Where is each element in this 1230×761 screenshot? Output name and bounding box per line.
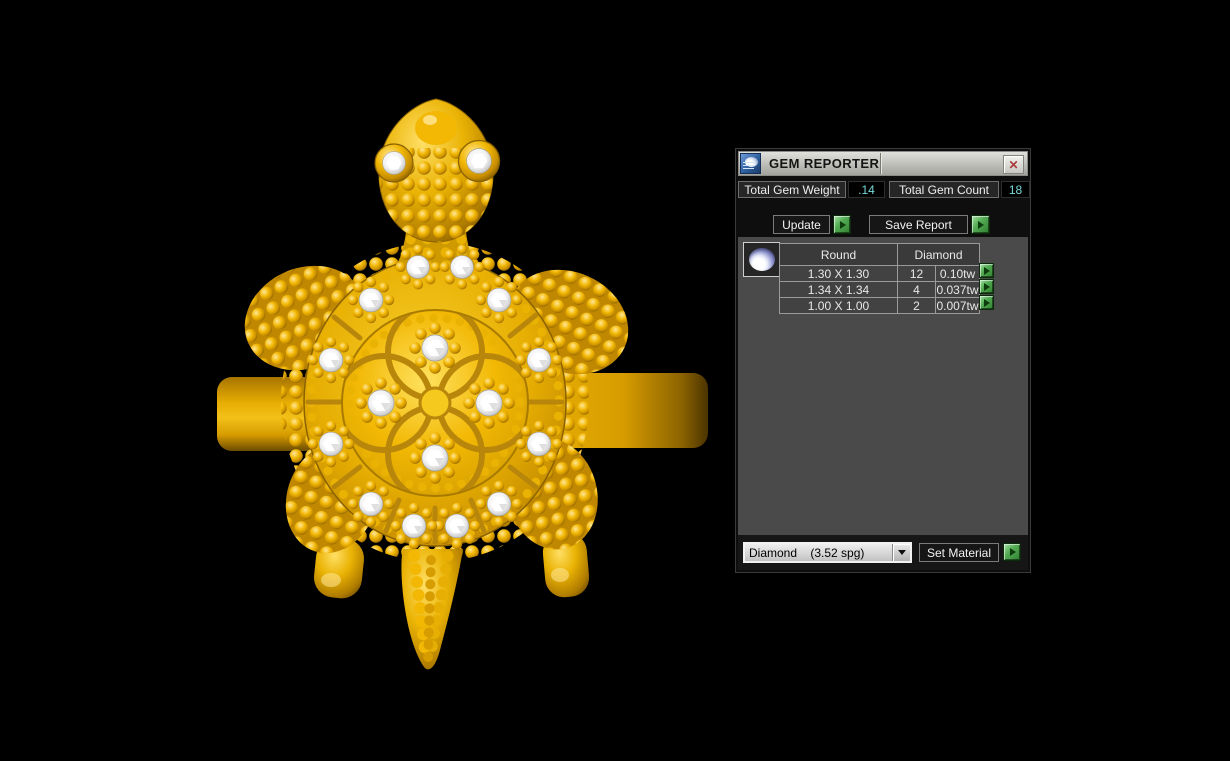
- total-gem-weight-value: .14: [848, 181, 885, 198]
- turtle-tail: [401, 549, 463, 669]
- gem-size: 1.00 X 1.00: [780, 298, 898, 314]
- total-gem-weight-label: Total Gem Weight: [738, 181, 846, 198]
- gem-count: 12: [898, 266, 936, 282]
- close-icon[interactable]: ✕: [1003, 155, 1024, 174]
- set-material-button[interactable]: Set Material: [919, 543, 999, 562]
- titlebar-divider: [880, 153, 882, 174]
- turtle-eye-right-gem: [458, 140, 499, 181]
- gem-weight: 0.037tw: [936, 282, 980, 298]
- neck-gem-right: [439, 244, 484, 289]
- dropdown-arrow-icon[interactable]: [892, 544, 910, 561]
- shell-center-dome: [420, 388, 450, 418]
- gem-count: 2: [898, 298, 936, 314]
- save-report-button[interactable]: Save Report: [869, 215, 968, 234]
- viewport-3d-render: [0, 0, 1230, 761]
- row-select-icon[interactable]: [979, 295, 994, 310]
- gem-weight: 0.10tw: [936, 266, 980, 282]
- gem-table: Round Diamond 1.30 X 1.30 12 0.10tw 1.34…: [779, 243, 980, 314]
- gem-size: 1.30 X 1.30: [780, 266, 898, 282]
- update-run-icon[interactable]: [833, 215, 851, 234]
- dialog-titlebar[interactable]: GEM REPORTER ✕: [738, 151, 1028, 176]
- row-select-icon[interactable]: [979, 263, 994, 278]
- total-gem-count-value: 18: [1001, 181, 1030, 198]
- gem-list-panel: Round Diamond 1.30 X 1.30 12 0.10tw 1.34…: [738, 237, 1028, 537]
- turtle-eye-left-gem: [375, 144, 413, 182]
- material-dropdown[interactable]: Diamond (3.52 spg): [743, 542, 912, 563]
- gem-reporter-icon: [740, 153, 761, 174]
- column-shape: Round: [780, 244, 898, 266]
- turtle-shell: [304, 258, 566, 549]
- neck-gem-left: [395, 244, 440, 289]
- table-row[interactable]: 1.34 X 1.34 4 0.037tw: [780, 282, 980, 298]
- dialog-title: GEM REPORTER: [769, 156, 879, 171]
- gem-table-header: Round Diamond: [780, 244, 980, 266]
- row-select-icon[interactable]: [979, 279, 994, 294]
- material-dropdown-value: Diamond (3.52 spg): [749, 546, 864, 560]
- application-window: GEM REPORTER ✕ Total Gem Weight .14 Tota…: [0, 0, 1230, 761]
- turtle-snout: [415, 111, 457, 145]
- total-gem-count-label: Total Gem Count: [889, 181, 999, 198]
- gem-reporter-dialog: GEM REPORTER ✕ Total Gem Weight .14 Tota…: [735, 148, 1031, 573]
- column-material: Diamond: [898, 244, 980, 266]
- gem-size: 1.34 X 1.34: [780, 282, 898, 298]
- gem-sample-icon[interactable]: [743, 242, 780, 277]
- set-material-run-icon[interactable]: [1003, 543, 1021, 561]
- table-row[interactable]: 1.00 X 1.00 2 0.007tw: [780, 298, 980, 314]
- table-row[interactable]: 1.30 X 1.30 12 0.10tw: [780, 266, 980, 282]
- update-button[interactable]: Update: [773, 215, 830, 234]
- gem-weight: 0.007tw: [936, 298, 980, 314]
- gem-count: 4: [898, 282, 936, 298]
- save-report-run-icon[interactable]: [971, 215, 990, 234]
- dialog-footer: Diamond (3.52 spg) Set Material: [738, 535, 1028, 570]
